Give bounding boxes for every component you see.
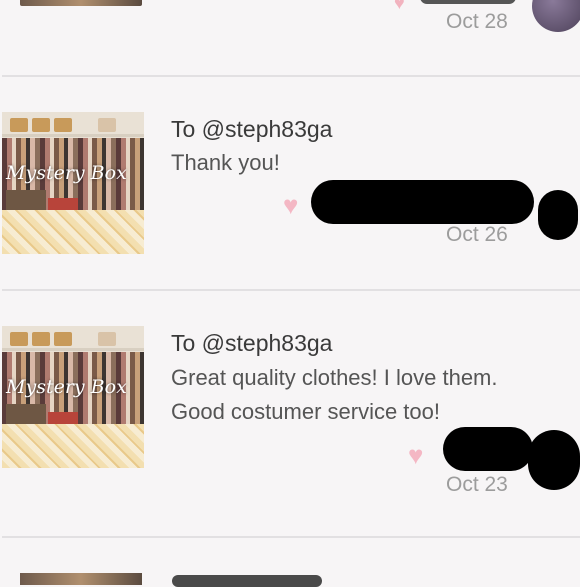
message-line: Good costumer service too! <box>171 399 441 424</box>
message-date: Oct 28 <box>446 10 508 33</box>
message-text: Great quality clothes! I love them. Good… <box>171 361 576 429</box>
thumbnail-watermark: Mystery Box <box>6 376 127 398</box>
redacted-username <box>420 0 516 4</box>
user-avatar[interactable] <box>532 0 580 32</box>
message-date: Oct 23 <box>446 473 508 496</box>
redacted-recipient <box>172 575 322 587</box>
message-item[interactable]: Mystery Box To @steph83ga Great quality … <box>0 290 580 536</box>
divider <box>2 536 580 538</box>
message-recipient[interactable]: To @steph83ga <box>171 116 332 143</box>
redacted-username <box>311 180 534 224</box>
message-recipient[interactable]: To @steph83ga <box>171 330 332 357</box>
message-text: Thank you! <box>171 146 576 180</box>
message-date: Oct 26 <box>446 223 508 246</box>
redacted-avatar <box>538 190 578 240</box>
product-thumbnail[interactable] <box>20 573 142 585</box>
product-thumbnail[interactable]: Mystery Box <box>2 326 144 468</box>
message-line: Thank you! <box>171 150 280 175</box>
message-item[interactable]: Mystery Box To @steph83ga Thank you! ♥ O… <box>0 76 580 289</box>
product-thumbnail[interactable]: Mystery Box <box>2 112 144 254</box>
product-thumbnail[interactable] <box>20 0 142 6</box>
previous-message-item[interactable]: ♥ Oct 28 <box>0 0 580 76</box>
message-line: Great quality clothes! I love them. <box>171 365 498 390</box>
redacted-username <box>443 427 533 471</box>
redacted-avatar <box>528 430 580 490</box>
thumbnail-watermark: Mystery Box <box>6 162 127 184</box>
heart-icon[interactable]: ♥ <box>394 0 405 12</box>
heart-icon[interactable]: ♥ <box>283 192 298 218</box>
heart-icon[interactable]: ♥ <box>408 442 423 468</box>
